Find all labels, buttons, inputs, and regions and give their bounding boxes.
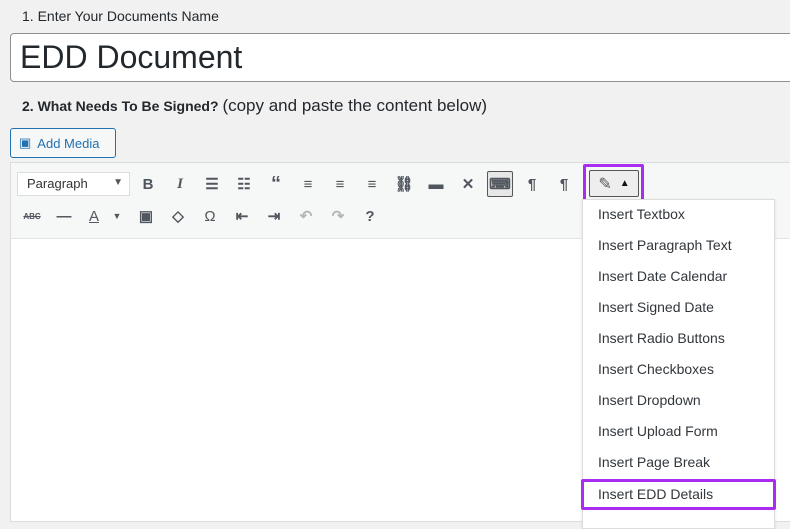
toolbar-toggle-icon[interactable]: ⌨ <box>487 171 513 197</box>
rtl-icon[interactable]: ¶ <box>551 171 577 197</box>
outdent-icon[interactable]: ⇤ <box>229 203 255 229</box>
signature-fields-button[interactable]: ✎ ▲ <box>583 164 644 204</box>
menu-item[interactable]: Insert Paragraph Text <box>583 231 774 262</box>
menu-item[interactable]: Insert Checkboxes <box>583 355 774 386</box>
bold-icon[interactable]: B <box>135 171 161 197</box>
numbered-list-icon[interactable]: ☷ <box>231 171 257 197</box>
format-select[interactable]: Paragraph ▼ <box>17 172 130 196</box>
ltr-icon[interactable]: ¶ <box>519 171 545 197</box>
pencil-icon: ✎ <box>598 175 612 193</box>
italic-icon[interactable]: I <box>167 171 193 197</box>
fullscreen-icon[interactable]: ✕ <box>455 171 481 197</box>
help-icon[interactable]: ? <box>357 203 383 229</box>
text-color-dropdown-icon[interactable]: ▼ <box>104 203 130 229</box>
format-select-value: Paragraph <box>27 176 88 191</box>
menu-item[interactable]: Insert Page Break <box>583 448 774 479</box>
indent-icon[interactable]: ⇥ <box>261 203 287 229</box>
chevron-down-icon: ▼ <box>113 177 123 188</box>
caret-up-icon: ▲ <box>619 178 630 189</box>
media-icon: ▣ <box>19 135 32 150</box>
document-name-label: 1. Enter Your Documents Name <box>22 8 219 24</box>
special-character-icon[interactable]: Ω <box>197 203 223 229</box>
paste-text-icon[interactable]: ▣ <box>133 203 159 229</box>
add-media-button[interactable]: ▣ Add Media <box>10 128 116 158</box>
strikethrough-icon[interactable]: ABC <box>19 203 45 229</box>
content-label-text: 2. What Needs To Be Signed? <box>22 98 219 114</box>
redo-icon[interactable]: ↷ <box>325 203 351 229</box>
blockquote-icon[interactable]: “ <box>263 171 289 197</box>
bulleted-list-icon[interactable]: ☰ <box>199 171 225 197</box>
signature-fields-menu: Insert Textbox Insert Paragraph Text Ins… <box>581 199 776 529</box>
undo-icon[interactable]: ↶ <box>293 203 319 229</box>
menu-item[interactable]: Insert Textbox <box>583 200 774 231</box>
horizontal-line-icon[interactable]: — <box>51 203 77 229</box>
align-right-icon[interactable]: ≡ <box>359 171 385 197</box>
align-left-icon[interactable]: ≡ <box>295 171 321 197</box>
menu-item-insert-edd-details[interactable]: Insert EDD Details <box>581 479 776 510</box>
clear-formatting-icon[interactable]: ◇ <box>165 203 191 229</box>
add-media-label: Add Media <box>37 135 100 151</box>
menu-item[interactable]: Insert Dropdown <box>583 386 774 417</box>
content-label: 2. What Needs To Be Signed? (copy and pa… <box>22 96 487 116</box>
document-name-input[interactable] <box>10 33 790 82</box>
align-center-icon[interactable]: ≡ <box>327 171 353 197</box>
menu-item[interactable]: Insert Date Calendar <box>583 262 774 293</box>
menu-item[interactable]: Insert Radio Buttons <box>583 324 774 355</box>
link-icon[interactable]: ⛓ <box>391 171 417 197</box>
content-label-hint: (copy and paste the content below) <box>222 96 488 115</box>
read-more-icon[interactable]: ▬ <box>423 171 449 197</box>
menu-item[interactable]: Insert Upload Form <box>583 417 774 448</box>
menu-item[interactable]: Insert Signed Date <box>583 293 774 324</box>
